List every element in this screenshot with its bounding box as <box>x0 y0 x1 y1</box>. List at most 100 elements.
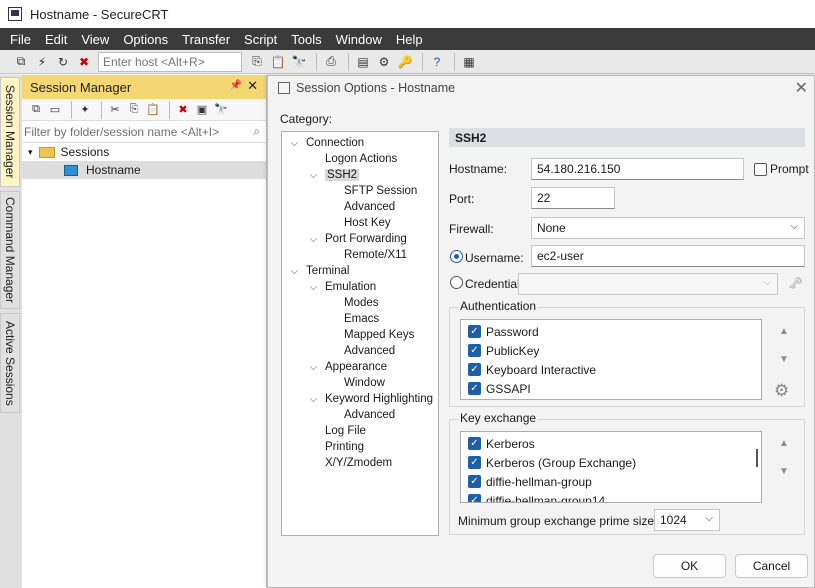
category-item[interactable]: Advanced <box>282 343 438 359</box>
min-prime-select[interactable]: 1024 ⌵ <box>654 509 720 531</box>
chevron-down-icon[interactable]: ⌵ <box>310 394 317 405</box>
move-up-icon[interactable]: ▲ <box>776 436 792 450</box>
tree-folder-sessions[interactable]: ▾ Sessions <box>22 143 266 161</box>
category-item[interactable]: ⌵ SSH2 <box>282 167 438 183</box>
find-icon[interactable]: 🔭 <box>290 53 308 71</box>
pin-icon[interactable]: 📌 <box>230 80 242 91</box>
reconnect-icon[interactable]: ↻ <box>54 53 72 71</box>
menu-edit[interactable]: Edit <box>45 32 67 47</box>
close-icon[interactable]: ✕ <box>247 78 258 94</box>
new-session-icon[interactable]: ✦ <box>77 102 93 118</box>
properties-icon[interactable]: ▣ <box>194 102 210 118</box>
list-item[interactable]: ✓ Kerberos <box>461 434 761 453</box>
tree-session-hostname[interactable]: Hostname <box>22 161 266 179</box>
category-item[interactable]: ⌵ Terminal <box>282 263 438 279</box>
category-tree[interactable]: ⌵ Connection Logon Actions ⌵ SSH2 SFTP Sessio… <box>281 131 439 536</box>
list-item[interactable]: ✓ Kerberos (Group Exchange) <box>461 453 761 472</box>
search-icon[interactable]: ⌕ <box>253 124 260 139</box>
category-item[interactable]: Emacs <box>282 311 438 327</box>
chevron-down-icon[interactable]: ⌵ <box>310 282 317 293</box>
checkbox-checked-icon[interactable]: ✓ <box>468 344 481 357</box>
quick-connect-input[interactable] <box>98 51 242 72</box>
category-item[interactable]: ⌵ Appearance <box>282 359 438 375</box>
move-up-icon[interactable]: ▲ <box>776 324 792 338</box>
checkbox-checked-icon[interactable]: ✓ <box>468 382 481 395</box>
port-field[interactable]: 22 <box>531 187 615 209</box>
checkbox-checked-icon[interactable]: ✓ <box>468 437 481 450</box>
session-filter[interactable]: Filter by folder/session name <Alt+I> ⌕ <box>22 121 266 143</box>
checkbox-checked-icon[interactable]: ✓ <box>468 325 481 338</box>
copy-icon[interactable]: ⎘ <box>248 53 266 71</box>
chevron-down-icon[interactable]: ⌵ <box>310 170 317 181</box>
list-item[interactable]: ✓ diffie-hellman-group <box>461 472 761 491</box>
menu-script[interactable]: Script <box>244 32 277 47</box>
category-item[interactable]: ⌵ Port Forwarding <box>282 231 438 247</box>
gear-icon[interactable]: ⚙ <box>774 381 789 401</box>
menu-transfer[interactable]: Transfer <box>182 32 230 47</box>
paste-icon[interactable]: 📋 <box>269 53 287 71</box>
new-folder-icon[interactable]: ▭ <box>47 102 63 118</box>
checkbox-checked-icon[interactable]: ✓ <box>468 363 481 376</box>
list-item[interactable]: ✓ diffie-hellman-group14 <box>461 491 761 502</box>
prompt-checkbox[interactable]: Prompt <box>754 162 809 176</box>
category-item[interactable]: Remote/X11 <box>282 247 438 263</box>
scrollbar-thumb[interactable] <box>756 449 758 467</box>
hostname-field[interactable]: 54.180.216.150 <box>531 158 744 180</box>
category-item[interactable]: X/Y/Zmodem <box>282 455 438 471</box>
credentials-select[interactable]: ⌵ <box>518 273 778 295</box>
checkbox-checked-icon[interactable]: ✓ <box>468 494 481 502</box>
tab-active-sessions[interactable]: Active Sessions <box>0 313 20 413</box>
category-item[interactable]: Advanced <box>282 199 438 215</box>
help-icon[interactable]: ? <box>428 53 446 71</box>
list-item[interactable]: ✓ Keyboard Interactive <box>461 360 761 379</box>
connect-icon[interactable]: ⧉ <box>28 102 44 118</box>
ok-button[interactable]: OK <box>653 554 726 578</box>
list-item[interactable]: ✓ Password <box>461 322 761 341</box>
chevron-down-icon[interactable]: ▾ <box>28 147 33 158</box>
cut-icon[interactable]: ✂ <box>107 102 123 118</box>
move-down-icon[interactable]: ▼ <box>776 464 792 478</box>
quick-connect-icon[interactable]: ⚡ <box>33 53 51 71</box>
sftp-icon[interactable]: ▤ <box>354 53 372 71</box>
close-icon[interactable]: ✕ <box>795 78 808 98</box>
menu-file[interactable]: File <box>10 32 31 47</box>
menu-window[interactable]: Window <box>336 32 382 47</box>
firewall-select[interactable]: None ⌵ <box>531 217 805 239</box>
chevron-down-icon[interactable]: ⌵ <box>291 138 298 149</box>
print-icon[interactable]: ⎙ <box>322 53 340 71</box>
category-item[interactable]: Modes <box>282 295 438 311</box>
category-item[interactable]: ⌵ Connection <box>282 135 438 151</box>
category-item[interactable]: SFTP Session <box>282 183 438 199</box>
paste-icon[interactable]: 📋 <box>145 102 161 118</box>
username-field[interactable]: ec2-user <box>531 245 805 267</box>
list-item[interactable]: ✓ GSSAPI <box>461 379 761 398</box>
list-item[interactable]: ✓ PublicKey <box>461 341 761 360</box>
category-item[interactable]: Log File <box>282 423 438 439</box>
username-radio[interactable] <box>450 250 463 263</box>
move-down-icon[interactable]: ▼ <box>776 352 792 366</box>
chevron-down-icon[interactable]: ⌵ <box>310 234 317 245</box>
category-item[interactable]: ⌵ Emulation <box>282 279 438 295</box>
tab-command-manager[interactable]: Command Manager <box>0 191 20 309</box>
key-icon[interactable]: 🗝 <box>788 276 803 290</box>
chevron-down-icon[interactable]: ⌵ <box>291 266 298 277</box>
disconnect-icon[interactable]: ✖ <box>75 53 93 71</box>
cancel-button[interactable]: Cancel <box>735 554 808 578</box>
delete-icon[interactable]: ✖ <box>175 102 191 118</box>
button-bar-icon[interactable]: ▦ <box>460 53 478 71</box>
category-item[interactable]: Printing <box>282 439 438 455</box>
find-icon[interactable]: 🔭 <box>213 102 229 118</box>
key-exchange-list[interactable]: ✓ Kerberos ✓ Kerberos (Group Exchange) ✓ di… <box>460 431 762 503</box>
checkbox-checked-icon[interactable]: ✓ <box>468 475 481 488</box>
authentication-list[interactable]: ✓ Password ✓ PublicKey ✓ Keyboard Interacti… <box>460 319 762 400</box>
checkbox-checked-icon[interactable]: ✓ <box>468 456 481 469</box>
menu-options[interactable]: Options <box>123 32 168 47</box>
category-item[interactable]: ⌵ Keyword Highlighting <box>282 391 438 407</box>
chevron-down-icon[interactable]: ⌵ <box>310 362 317 373</box>
menu-view[interactable]: View <box>81 32 109 47</box>
key-icon[interactable]: 🔑 <box>396 53 414 71</box>
credentials-radio[interactable] <box>450 276 463 289</box>
settings-icon[interactable]: ⚙ <box>375 53 393 71</box>
prompt-checkbox-box[interactable] <box>754 162 767 176</box>
category-item[interactable]: Host Key <box>282 215 438 231</box>
